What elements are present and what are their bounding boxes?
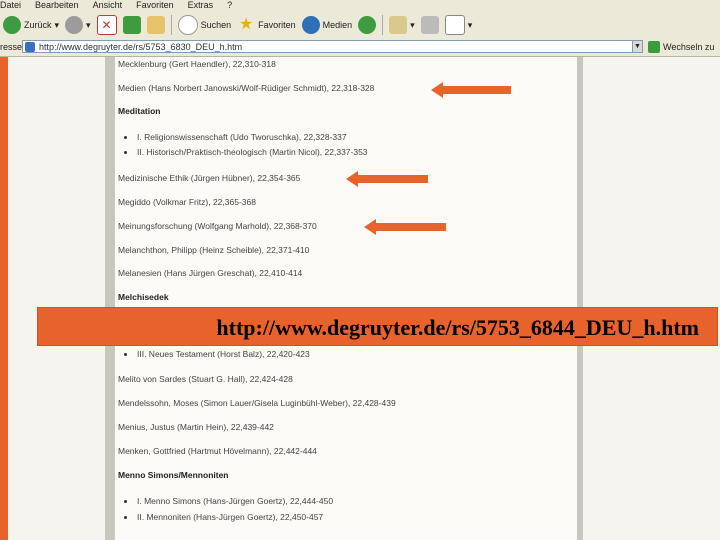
history-button[interactable] (355, 13, 379, 37)
refresh-button[interactable] (120, 13, 144, 37)
mail-button[interactable]: ▾ (386, 13, 418, 37)
sub-list-item[interactable]: I. Menno Simons (Hans-Jürgen Goertz), 22… (137, 496, 333, 506)
bullet-icon (124, 151, 127, 154)
refresh-icon (122, 16, 141, 34)
go-label: Wechseln zu (663, 42, 715, 52)
sub-list-item[interactable]: II. Mennoniten (Hans-Jürgen Goertz), 22,… (137, 512, 323, 522)
arrow-left-icon (346, 171, 428, 187)
stop-icon: ✕ (96, 15, 117, 35)
sub-list-item[interactable]: II. Historisch/Praktisch-theologisch (Ma… (137, 147, 368, 157)
menu-help[interactable]: ? (227, 0, 232, 11)
back-arrow-icon (3, 16, 21, 34)
print-button[interactable] (418, 13, 442, 37)
list-item[interactable]: Menius, Justus (Martin Hein), 22,439-442 (118, 422, 274, 432)
back-button[interactable]: Zurück ▾ (0, 13, 62, 37)
stop-button[interactable]: ✕ (94, 13, 120, 37)
address-input[interactable]: http://www.degruyter.de/rs/5753_6830_DEU… (22, 40, 642, 53)
chevron-down-icon: ▾ (467, 19, 473, 30)
menu-favorites[interactable]: Favoriten (136, 0, 174, 11)
star-icon: ★ (238, 16, 254, 33)
mail-icon (389, 16, 408, 34)
list-item[interactable]: Melanesien (Hans Jürgen Greschat), 22,41… (118, 268, 302, 278)
search-icon (177, 15, 198, 35)
forward-arrow-icon (65, 16, 84, 34)
list-item[interactable]: Melanchthon, Philipp (Heinz Scheible), 2… (118, 245, 309, 255)
left-accent-bar (0, 57, 8, 540)
media-label: Medien (322, 20, 353, 30)
address-dropdown-button[interactable]: ▼ (632, 40, 643, 53)
search-button[interactable]: Suchen (175, 13, 235, 37)
menu-bar: Datei Bearbeiten Ansicht Favoriten Extra… (0, 0, 720, 11)
go-arrow-icon (648, 41, 660, 53)
menu-view[interactable]: Ansicht (93, 0, 123, 11)
list-item[interactable]: Melchisedek (118, 292, 169, 302)
search-label: Suchen (200, 20, 232, 30)
back-label: Zurück (24, 20, 52, 30)
go-button[interactable]: Wechseln zu (648, 41, 714, 53)
globe-icon (301, 16, 320, 34)
list-item[interactable]: Medizinische Ethik (Jürgen Hübner), 22,3… (118, 173, 300, 183)
menu-edit[interactable]: Bearbeiten (35, 0, 79, 11)
address-bar: resse http://www.degruyter.de/rs/5753_68… (0, 39, 720, 57)
edit-icon (444, 15, 465, 35)
list-item[interactable]: Medien (Hans Norbert Janowski/Wolf-Rüdig… (118, 83, 374, 93)
arrow-left-icon (431, 82, 511, 98)
toolbar-divider (382, 15, 384, 35)
page-icon (25, 42, 35, 52)
bullet-icon (124, 353, 127, 356)
list-item[interactable]: Melito von Sardes (Stuart G. Hall), 22,4… (118, 374, 293, 384)
bullet-icon (124, 136, 127, 139)
arrow-left-icon (364, 219, 446, 235)
home-icon (146, 16, 165, 34)
printer-icon (420, 16, 439, 34)
bullet-icon (124, 516, 127, 519)
list-item[interactable]: Menno Simons/Mennoniten (118, 470, 229, 480)
list-item[interactable]: Meditation (118, 106, 161, 116)
address-label: resse (0, 42, 23, 52)
list-item[interactable]: Megiddo (Volkmar Fritz), 22,365-368 (118, 197, 256, 207)
url-banner: http://www.degruyter.de/rs/5753_6844_DEU… (37, 307, 718, 346)
chevron-down-icon: ▾ (86, 19, 91, 30)
list-item[interactable]: Mendelssohn, Moses (Simon Lauer/Gisela L… (118, 398, 396, 408)
sub-list-item[interactable]: I. Religionswissenschaft (Udo Tworuschka… (137, 132, 347, 142)
favorites-button[interactable]: ★ Favoriten (234, 13, 299, 37)
menu-file[interactable]: Datei (0, 0, 21, 11)
toolbar-divider (170, 15, 172, 35)
content-column (115, 57, 577, 540)
column-border (105, 57, 115, 540)
list-item[interactable]: Meinungsforschung (Wolfgang Marhold), 22… (118, 221, 317, 231)
forward-button[interactable]: ▾ (62, 13, 94, 37)
home-button[interactable] (144, 13, 168, 37)
toolbar: Zurück ▾ ▾ ✕ Suchen ★ Favoriten Medien ▾… (0, 11, 720, 40)
list-item[interactable]: Mecklenburg (Gert Haendler), 22,310-318 (118, 59, 276, 69)
page-content (0, 57, 720, 540)
favorites-label: Favoriten (258, 20, 296, 30)
banner-url-text: http://www.degruyter.de/rs/5753_6844_DEU… (216, 315, 699, 340)
bullet-icon (124, 500, 127, 503)
edit-button[interactable]: ▾ (442, 13, 476, 37)
scrollbar-track[interactable] (577, 57, 583, 540)
list-item[interactable]: Menken, Gottfried (Hartmut Hövelmann), 2… (118, 446, 317, 456)
history-icon (358, 16, 377, 34)
chevron-down-icon: ▾ (54, 19, 60, 30)
sub-list-item[interactable]: III. Neues Testament (Horst Balz), 22,42… (137, 349, 310, 359)
media-button[interactable]: Medien (299, 13, 356, 37)
address-url: http://www.degruyter.de/rs/5753_6830_DEU… (39, 42, 243, 52)
menu-extras[interactable]: Extras (188, 0, 214, 11)
chevron-down-icon: ▾ (410, 19, 415, 30)
